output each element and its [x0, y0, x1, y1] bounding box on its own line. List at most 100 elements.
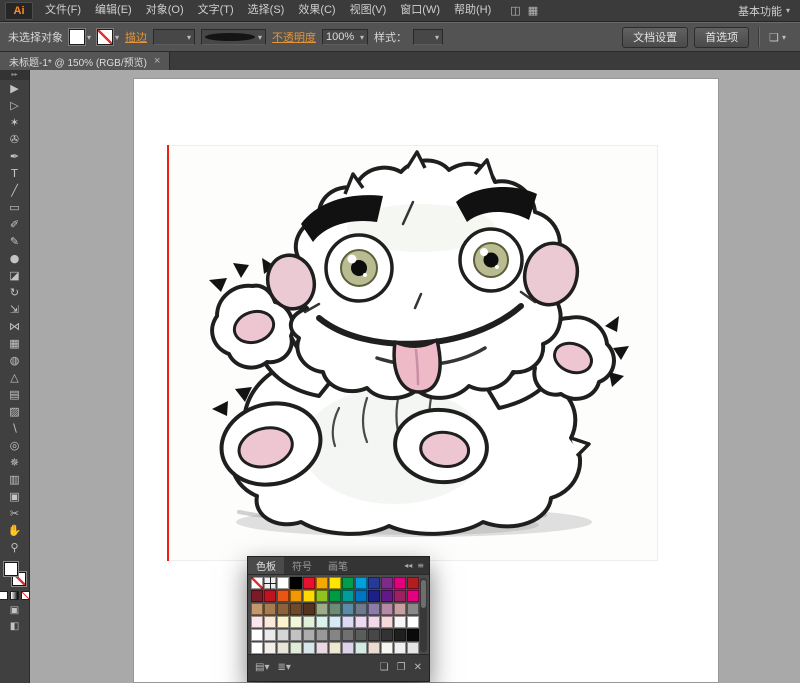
paintbrush-tool[interactable]: ✐ [3, 216, 27, 233]
swatch[interactable] [381, 577, 393, 589]
swatch[interactable] [329, 629, 341, 641]
swatch[interactable] [407, 590, 419, 602]
swatch[interactable] [407, 629, 419, 641]
swatch[interactable] [303, 590, 315, 602]
fill-color-dropdown[interactable]: ▾ [69, 29, 91, 45]
swatch[interactable] [368, 629, 380, 641]
mesh-tool[interactable]: ▤ [3, 386, 27, 403]
swatch[interactable] [277, 577, 289, 589]
tab-brushes[interactable]: 画笔 [320, 557, 356, 574]
swatch[interactable] [394, 577, 406, 589]
swatch[interactable] [329, 603, 341, 615]
swatch[interactable] [251, 603, 263, 615]
lasso-tool[interactable]: ✇ [3, 131, 27, 148]
swatch[interactable] [264, 603, 276, 615]
swatch[interactable] [277, 642, 289, 654]
swatch[interactable] [251, 590, 263, 602]
shape-builder-tool[interactable]: ◍ [3, 352, 27, 369]
blend-tool[interactable]: ◎ [3, 437, 27, 454]
swatch[interactable] [342, 577, 354, 589]
swatch[interactable] [394, 590, 406, 602]
swatch[interactable] [368, 616, 380, 628]
swatch[interactable] [381, 629, 393, 641]
arrange-documents-button[interactable]: ▦ [528, 4, 538, 17]
swatch[interactable] [407, 603, 419, 615]
swatch[interactable] [251, 629, 263, 641]
swatch[interactable] [264, 629, 276, 641]
swatch[interactable] [394, 616, 406, 628]
swatch[interactable] [277, 629, 289, 641]
screen-mode-button[interactable]: ◧ [10, 621, 19, 632]
swatch[interactable] [355, 603, 367, 615]
delete-swatch-button[interactable]: ✕ [414, 662, 422, 673]
swatch[interactable] [381, 603, 393, 615]
gradient-button[interactable] [10, 591, 19, 600]
width-tool[interactable]: ⋈ [3, 318, 27, 335]
swatch[interactable] [290, 629, 302, 641]
swatch[interactable] [303, 603, 315, 615]
panel-menu-icon[interactable]: ≡ [417, 561, 424, 570]
collapse-icon[interactable]: ◂◂ [404, 561, 412, 570]
swatch[interactable] [394, 629, 406, 641]
bridge-button[interactable]: ◫ [510, 4, 520, 17]
scrollbar-thumb[interactable] [421, 580, 426, 608]
swatch[interactable] [251, 642, 263, 654]
menu-item[interactable]: 帮助(H) [447, 0, 498, 21]
swatch[interactable] [290, 616, 302, 628]
free-transform-tool[interactable]: ▦ [3, 335, 27, 352]
swatch[interactable] [329, 642, 341, 654]
menu-item[interactable]: 文字(T) [191, 0, 241, 21]
new-swatch-button[interactable]: ❐ [397, 662, 406, 673]
menu-item[interactable]: 对象(O) [139, 0, 191, 21]
swatch[interactable] [277, 603, 289, 615]
hand-tool[interactable]: ✋ [3, 522, 27, 539]
swatch[interactable] [342, 616, 354, 628]
scale-tool[interactable]: ⇲ [3, 301, 27, 318]
document-setup-button[interactable]: 文档设置 [622, 26, 689, 48]
swatch[interactable] [303, 629, 315, 641]
swatch[interactable] [368, 590, 380, 602]
swatch-kinds-button[interactable]: ≣▾ [277, 662, 290, 673]
swatch[interactable] [407, 577, 419, 589]
swatch[interactable] [316, 642, 328, 654]
rectangle-tool[interactable]: ▭ [3, 199, 27, 216]
menu-item[interactable]: 视图(V) [343, 0, 394, 21]
control-panel-menu-button[interactable]: ❑ ▾ [769, 31, 786, 44]
swatch[interactable] [368, 642, 380, 654]
zoom-tool[interactable]: ⚲ [3, 539, 27, 556]
swatch[interactable] [394, 642, 406, 654]
swatch[interactable] [316, 590, 328, 602]
placed-image[interactable] [168, 145, 658, 561]
menu-item[interactable]: 文件(F) [38, 0, 88, 21]
swatch[interactable] [329, 616, 341, 628]
swatch[interactable] [342, 590, 354, 602]
swatch[interactable] [342, 642, 354, 654]
tab-swatches[interactable]: 色板 [248, 557, 284, 574]
swatch[interactable] [316, 616, 328, 628]
swatch[interactable] [277, 590, 289, 602]
swatch[interactable] [264, 590, 276, 602]
none-button[interactable] [21, 591, 30, 600]
menu-item[interactable]: 编辑(E) [88, 0, 139, 21]
swatch[interactable] [407, 642, 419, 654]
slice-tool[interactable]: ✂ [3, 505, 27, 522]
color-button[interactable] [0, 591, 8, 600]
stroke-panel-link[interactable]: 描边 [125, 29, 147, 45]
swatch[interactable] [407, 616, 419, 628]
swatch[interactable] [290, 577, 302, 589]
artboard-tool[interactable]: ▣ [3, 488, 27, 505]
swatch[interactable] [342, 603, 354, 615]
opacity-panel-link[interactable]: 不透明度 [272, 29, 316, 45]
blob-brush-tool[interactable]: ● [3, 250, 27, 267]
direct-selection-tool[interactable]: ▷ [3, 97, 27, 114]
gradient-tool[interactable]: ▨ [3, 403, 27, 420]
stroke-weight-dropdown[interactable]: ▾ [153, 29, 196, 45]
drawing-mode-button[interactable]: ▣ [10, 605, 19, 616]
pencil-tool[interactable]: ✎ [3, 233, 27, 250]
menu-item[interactable]: 选择(S) [241, 0, 292, 21]
tab-symbols[interactable]: 符号 [284, 557, 320, 574]
eraser-tool[interactable]: ◪ [3, 267, 27, 284]
document-tab[interactable]: 未标题-1* @ 150% (RGB/预览) × [0, 52, 171, 70]
swatch[interactable] [290, 642, 302, 654]
workspace-switcher[interactable]: 基本功能 ▾ [728, 3, 800, 19]
